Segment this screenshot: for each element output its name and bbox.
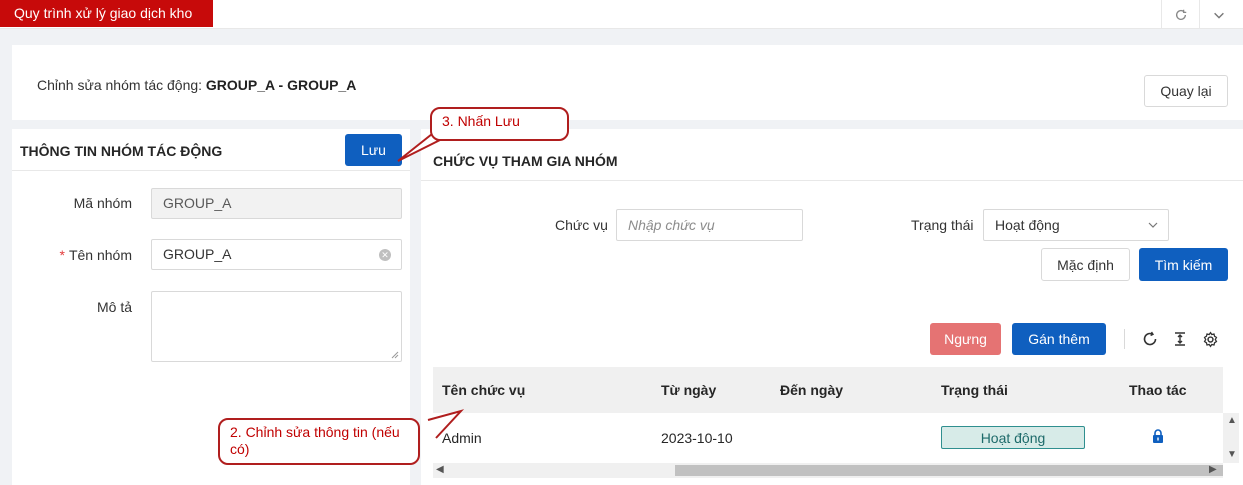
cell-from-date: 2023-10-10 (661, 430, 733, 446)
scroll-thumb[interactable] (675, 465, 1223, 476)
group-info-title: THÔNG TIN NHÓM TÁC ĐỘNG (20, 143, 223, 159)
column-header[interactable]: Thao tác (1129, 382, 1187, 398)
group-code-input: GROUP_A (151, 188, 402, 219)
chevron-down-icon (1148, 222, 1158, 228)
clear-icon[interactable]: ✕ (379, 249, 391, 261)
scroll-up-icon[interactable]: ▲ (1227, 415, 1237, 426)
status-filter-label: Trạng thái (911, 217, 974, 233)
assign-button[interactable]: Gán thêm (1012, 323, 1106, 355)
column-header[interactable]: Từ ngày (661, 382, 716, 398)
callout-edit: 2. Chỉnh sửa thông tin (nếu có) (218, 418, 420, 465)
column-height-icon[interactable] (1170, 329, 1190, 349)
divider (421, 180, 1243, 181)
table-row[interactable]: Admin 2023-10-10 Hoạt động (433, 413, 1223, 463)
scroll-down-icon[interactable]: ▼ (1227, 449, 1237, 460)
save-button[interactable]: Lưu (345, 134, 402, 166)
search-button[interactable]: Tìm kiếm (1139, 248, 1228, 281)
group-name-label: * Tên nhóm (59, 247, 133, 263)
group-name: GROUP_A - GROUP_A (205, 77, 357, 93)
top-tab-bar: Quy trình xử lý giao dịch kho (0, 0, 1243, 29)
reload-icon[interactable] (1140, 329, 1160, 349)
table-header: Tên chức vụ Từ ngày Đến ngày Trạng thái … (433, 367, 1223, 413)
group-code-label: Mã nhóm (73, 195, 132, 211)
required-mark: * (59, 247, 65, 263)
settings-icon[interactable] (1200, 329, 1220, 349)
tab-quy-trinh[interactable]: Quy trình xử lý giao dịch kho (0, 0, 213, 27)
edit-header: Chỉnh sửa nhóm tác động: GROUP_A - GROUP… (12, 45, 1243, 120)
group-name-input[interactable]: GROUP_A ✕ (151, 239, 402, 270)
lock-icon[interactable] (1152, 429, 1164, 443)
horizontal-scrollbar[interactable]: ◀ ▶ (433, 463, 1223, 478)
description-label: Mô tả (96, 299, 132, 315)
description-textarea[interactable] (151, 291, 402, 362)
column-header[interactable]: Tên chức vụ (442, 382, 525, 398)
status-badge: Hoạt động (941, 426, 1085, 449)
stop-button[interactable]: Ngưng (930, 323, 1001, 355)
callout-save: 3. Nhấn Lưu (430, 107, 569, 141)
page-title: Chỉnh sửa nhóm tác động: GROUP_A - GROUP… (37, 77, 357, 93)
cell-position-name: Admin (442, 430, 482, 446)
back-button[interactable]: Quay lại (1144, 75, 1228, 107)
position-filter-label: Chức vụ (555, 217, 608, 233)
scroll-left-icon[interactable]: ◀ (436, 464, 444, 475)
reset-button[interactable]: Mặc định (1041, 248, 1130, 281)
positions-title: CHỨC VỤ THAM GIA NHÓM (433, 153, 618, 169)
column-header[interactable]: Đến ngày (780, 382, 843, 398)
chevron-down-icon[interactable] (1199, 0, 1237, 29)
status-select[interactable]: Hoạt động (983, 209, 1169, 241)
vertical-scrollbar[interactable]: ▲ ▼ (1223, 413, 1239, 463)
resize-handle-icon[interactable] (389, 349, 399, 359)
position-search-input[interactable]: Nhập chức vụ (616, 209, 803, 241)
scroll-right-icon[interactable]: ▶ (1209, 464, 1217, 475)
toolbar-divider (1124, 329, 1125, 349)
refresh-icon[interactable] (1161, 0, 1199, 29)
group-info-header: THÔNG TIN NHÓM TÁC ĐỘNG Lưu (12, 129, 410, 171)
positions-panel: CHỨC VỤ THAM GIA NHÓM Chức vụ Nhập chức … (421, 129, 1243, 485)
column-header[interactable]: Trạng thái (941, 382, 1008, 398)
